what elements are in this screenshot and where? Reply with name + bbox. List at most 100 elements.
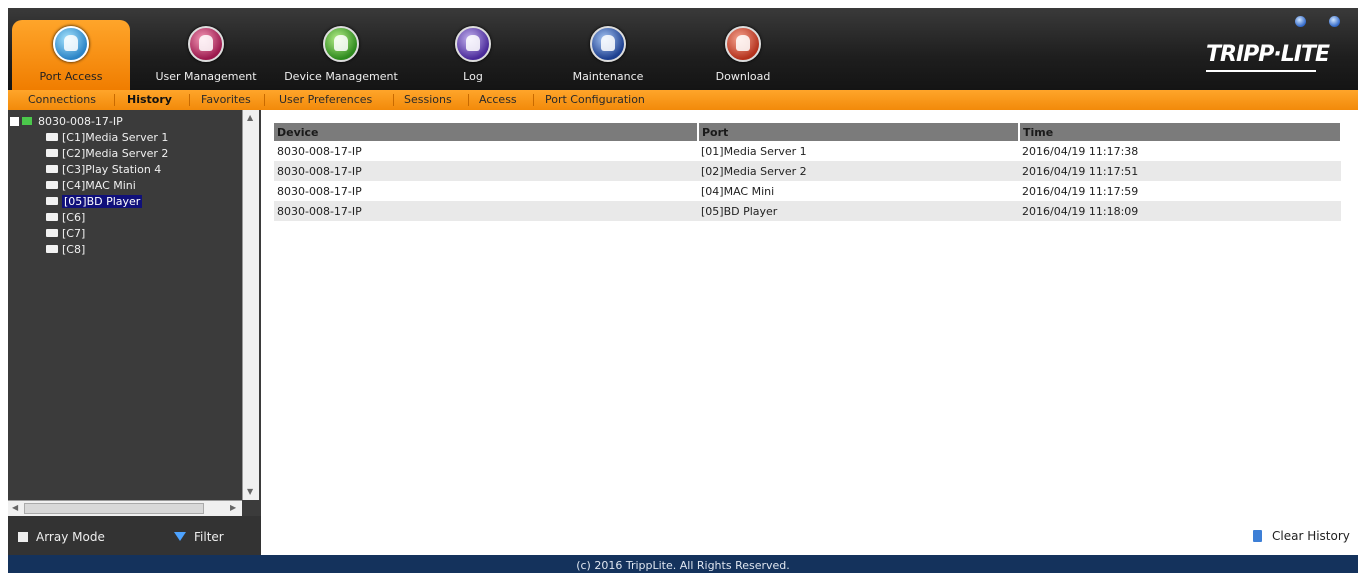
subnav-sessions[interactable]: Sessions xyxy=(404,93,452,106)
tab-label: User Management xyxy=(155,70,257,83)
port-label: [C7] xyxy=(62,227,86,240)
port-icon xyxy=(46,197,58,205)
subnav-separator xyxy=(114,94,115,106)
scrollbar-thumb[interactable] xyxy=(24,503,204,514)
collapse-icon[interactable] xyxy=(10,117,19,126)
maintenance-icon xyxy=(590,26,626,62)
tree-horizontal-scrollbar[interactable]: ◀ ▶ xyxy=(8,500,242,516)
cell-port: [02]Media Server 2 xyxy=(698,161,1019,181)
help-icon[interactable] xyxy=(1295,16,1306,27)
tab-download[interactable]: Download xyxy=(698,8,788,90)
port-icon xyxy=(46,165,58,173)
tree-port-c1[interactable]: [C1]Media Server 1 xyxy=(46,130,168,145)
port-icon xyxy=(46,149,58,157)
subnav-separator xyxy=(533,94,534,106)
tab-user-management[interactable]: User Management xyxy=(146,8,266,90)
cell-time: 2016/04/19 11:17:51 xyxy=(1019,161,1341,181)
port-label: [C1]Media Server 1 xyxy=(62,131,169,144)
tree-port-c3[interactable]: [C3]Play Station 4 xyxy=(46,162,161,177)
tree-vertical-scrollbar[interactable]: ▲ ▼ xyxy=(242,110,259,500)
port-label: [C8] xyxy=(62,243,86,256)
history-panel: Device Port Time 8030-008-17-IP [01]Medi… xyxy=(261,110,1358,555)
array-mode-icon xyxy=(18,532,28,542)
tree-port-c2[interactable]: [C2]Media Server 2 xyxy=(46,146,168,161)
sidebar: 8030-008-17-IP [C1]Media Server 1 [C2]Me… xyxy=(8,110,261,555)
tripp-lite-logo: TRIPP·LITE xyxy=(1206,38,1330,72)
table-row[interactable]: 8030-008-17-IP [02]Media Server 2 2016/0… xyxy=(274,161,1341,181)
port-label: [C6] xyxy=(62,211,86,224)
tab-device-management[interactable]: Device Management xyxy=(276,8,406,90)
tab-log[interactable]: Log xyxy=(428,8,518,90)
copyright-footer: (c) 2016 TrippLite. All Rights Reserved. xyxy=(8,555,1358,573)
array-mode-label: Array Mode xyxy=(36,530,105,544)
cell-port: [05]BD Player xyxy=(698,201,1019,221)
tab-label: Download xyxy=(715,70,771,83)
tree-port-05-selected[interactable]: [05]BD Player xyxy=(46,194,143,209)
column-header-device[interactable]: Device xyxy=(274,123,699,141)
port-label: [05]BD Player xyxy=(62,195,143,208)
cell-device: 8030-008-17-IP xyxy=(277,144,362,158)
filter-icon xyxy=(174,532,186,541)
tab-label: Maintenance xyxy=(572,70,644,83)
user-management-icon xyxy=(188,26,224,62)
cell-port: [01]Media Server 1 xyxy=(701,144,807,158)
subnav-history[interactable]: History xyxy=(127,93,172,106)
subnav-access[interactable]: Access xyxy=(479,93,517,106)
subnav-separator xyxy=(189,94,190,106)
port-icon xyxy=(46,229,58,237)
subnav-connections[interactable]: Connections xyxy=(28,93,96,106)
clear-history-button[interactable]: Clear History xyxy=(1253,529,1350,543)
tree-port-c4[interactable]: [C4]MAC Mini xyxy=(46,178,136,193)
scroll-left-icon[interactable]: ◀ xyxy=(12,503,18,512)
port-icon xyxy=(46,181,58,189)
subnav-separator xyxy=(264,94,265,106)
subnav-separator xyxy=(468,94,469,106)
tree-root-label: 8030-008-17-IP xyxy=(38,115,123,128)
tree-port-c6[interactable]: [C6] xyxy=(46,210,85,225)
top-navigation-bar: Port Access User Management Device Manag… xyxy=(8,8,1358,90)
tree-port-c7[interactable]: [C7] xyxy=(46,226,85,241)
table-row[interactable]: 8030-008-17-IP [04]MAC Mini 2016/04/19 1… xyxy=(274,181,1341,201)
subnav-port-configuration[interactable]: Port Configuration xyxy=(545,93,645,106)
subnav-user-preferences[interactable]: User Preferences xyxy=(279,93,372,106)
table-row[interactable]: 8030-008-17-IP [01]Media Server 1 2016/0… xyxy=(274,141,1341,161)
tab-label: Port Access xyxy=(39,70,103,83)
filter-button[interactable]: Filter xyxy=(174,530,224,544)
tab-maintenance[interactable]: Maintenance xyxy=(558,8,658,90)
table-header-row: Device Port Time xyxy=(274,123,1342,141)
log-icon xyxy=(455,26,491,62)
tab-label: Device Management xyxy=(284,70,398,83)
tree-port-c8[interactable]: [C8] xyxy=(46,242,85,257)
download-icon xyxy=(725,26,761,62)
scroll-up-icon[interactable]: ▲ xyxy=(247,113,253,122)
trash-icon xyxy=(1253,530,1262,542)
cell-time: 2016/04/19 11:18:09 xyxy=(1019,201,1341,221)
port-icon xyxy=(46,213,58,221)
scroll-right-icon[interactable]: ▶ xyxy=(230,503,236,512)
port-icon xyxy=(46,133,58,141)
cell-device: 8030-008-17-IP xyxy=(277,184,362,198)
port-icon xyxy=(46,245,58,253)
cell-time: 2016/04/19 11:17:38 xyxy=(1022,144,1139,158)
port-tree: 8030-008-17-IP [C1]Media Server 1 [C2]Me… xyxy=(8,110,240,500)
logout-icon[interactable] xyxy=(1329,16,1340,27)
array-mode-button[interactable]: Array Mode xyxy=(18,530,105,544)
subnav-separator xyxy=(393,94,394,106)
tree-root-device[interactable]: 8030-008-17-IP xyxy=(10,114,123,129)
port-label: [C2]Media Server 2 xyxy=(62,147,169,160)
port-label: [C4]MAC Mini xyxy=(62,179,136,192)
cell-device: 8030-008-17-IP xyxy=(274,161,698,181)
subnav-favorites[interactable]: Favorites xyxy=(201,93,251,106)
sidebar-footer: Array Mode Filter xyxy=(8,516,261,555)
tab-port-access[interactable]: Port Access xyxy=(12,20,130,90)
device-online-icon xyxy=(22,117,32,125)
sub-navigation-bar: Connections History Favorites User Prefe… xyxy=(8,90,1358,110)
column-header-port[interactable]: Port xyxy=(698,123,1020,141)
table-row[interactable]: 8030-008-17-IP [05]BD Player 2016/04/19 … xyxy=(274,201,1341,221)
cell-port: [04]MAC Mini xyxy=(701,184,775,198)
app-window: Port Access User Management Device Manag… xyxy=(8,8,1358,573)
port-label: [C3]Play Station 4 xyxy=(62,163,162,176)
column-header-time[interactable]: Time xyxy=(1019,123,1342,141)
scroll-down-icon[interactable]: ▼ xyxy=(247,487,253,496)
port-access-icon xyxy=(53,26,89,62)
